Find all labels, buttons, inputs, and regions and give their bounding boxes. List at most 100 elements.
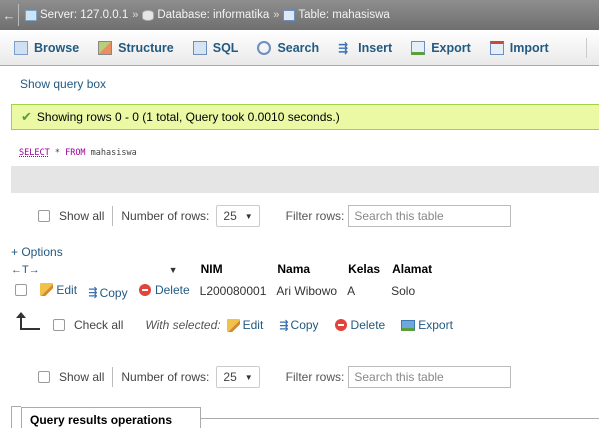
cell-nama[interactable]: Ari Wibowo [271, 278, 342, 304]
tab-insert[interactable]: ⇶ Insert [338, 41, 392, 55]
column-header-kelas[interactable]: Kelas [342, 259, 387, 278]
bulk-export-button[interactable]: Export [401, 318, 453, 332]
tab-browse-label: Browse [34, 40, 80, 55]
tab-search[interactable]: Search [257, 40, 320, 55]
filter-rows-label: Filter rows: [285, 209, 345, 223]
bulk-export-label: Export [418, 318, 453, 332]
sql-keyword-from: FROM [65, 148, 86, 158]
sort-dropdown[interactable]: ▼ [48, 259, 195, 278]
dropdown-arrow-icon: ▼ [244, 211, 253, 221]
tab-structure[interactable]: Structure [98, 40, 174, 55]
show-query-box-link[interactable]: Show query box [20, 77, 106, 91]
cell-alamat[interactable]: Solo [386, 278, 438, 304]
rows-select-value: 25 [223, 370, 237, 384]
tab-export[interactable]: Export [411, 40, 471, 55]
show-all-checkbox[interactable] [38, 210, 50, 222]
row-delete-label: Delete [154, 283, 190, 297]
check-all-label[interactable]: Check all [74, 318, 123, 332]
bulk-edit-button[interactable]: Edit [226, 318, 264, 332]
tab-search-label: Search [277, 40, 320, 55]
tab-browse[interactable]: Browse [14, 40, 80, 55]
sql-table-name: mahasiswa [85, 148, 137, 158]
bulk-delete-label: Delete [350, 318, 386, 332]
rows-select[interactable]: 25 ▼ [216, 366, 260, 388]
breadcrumb-separator: » [273, 9, 280, 21]
breadcrumb-database-label: Database: informatika [157, 9, 270, 21]
show-all-checkbox[interactable] [38, 371, 50, 383]
export-icon [401, 319, 416, 331]
row-copy-label: Copy [99, 285, 128, 300]
show-all-label: Show all [59, 209, 105, 223]
column-header-alamat[interactable]: Alamat [386, 259, 439, 278]
tab-export-label: Export [431, 40, 471, 55]
tab-insert-label: Insert [358, 40, 393, 55]
tab-structure-label: Structure [118, 40, 174, 55]
pencil-icon [40, 283, 54, 296]
row-checkbox[interactable] [15, 284, 27, 296]
bulk-edit-label: Edit [242, 318, 264, 332]
sql-icon [192, 40, 207, 55]
sql-star: * [49, 148, 66, 158]
filter-rows-input[interactable]: Search this table [348, 205, 512, 227]
delete-icon [334, 319, 347, 331]
breadcrumb-separator: » [132, 9, 139, 21]
column-header-nama[interactable]: Nama [271, 259, 343, 278]
results-table: ←T→ ▼ NIM Nama Kelas Alamat Edit ⇶ Copy D… [11, 259, 439, 304]
breadcrumb-divider [18, 4, 19, 26]
rows-select-value: 25 [223, 209, 237, 223]
breadcrumb-database[interactable]: Database: informatika [142, 9, 269, 21]
sort-arrows[interactable]: ←T→ [11, 264, 40, 276]
breadcrumb-server-label: Server: 127.0.0.1 [40, 9, 129, 21]
arrow-up-icon [16, 312, 40, 330]
query-results-operations-legend[interactable]: Query results operations [21, 407, 201, 428]
navigation-bottom: Show all Number of rows: 25 ▼ Filter row… [38, 366, 512, 388]
row-delete-link[interactable]: Delete [138, 283, 190, 297]
tab-bar: Browse Structure SQL Search ⇶ Insert Exp… [0, 30, 599, 66]
sql-query: SELECT * FROM mahasiswa [19, 148, 137, 158]
filter-rows-label: Filter rows: [285, 370, 345, 384]
breadcrumb-bar: ← Server: 127.0.0.1 » Database: informat… [0, 0, 599, 30]
bulk-copy-button[interactable]: ⇶ Copy [279, 318, 318, 332]
tab-import[interactable]: Import [489, 40, 549, 55]
fieldset-border [201, 418, 599, 419]
query-toolbar [11, 166, 599, 193]
tab-divider [586, 38, 587, 58]
row-edit-link[interactable]: Edit [40, 283, 77, 297]
import-icon [489, 40, 504, 55]
rows-select[interactable]: 25 ▼ [216, 205, 260, 227]
back-arrow-icon[interactable]: ← [0, 8, 18, 23]
copy-icon: ⇶ [279, 319, 289, 332]
nav-divider [112, 367, 114, 387]
structure-icon [98, 40, 113, 55]
table-icon [283, 9, 296, 21]
cell-nim[interactable]: L200080001 [195, 278, 272, 304]
nav-divider [112, 206, 114, 226]
table-row: Edit ⇶ Copy Delete L200080001 Ari Wibowo … [11, 278, 438, 304]
checkmark-icon: ✔ [21, 109, 32, 124]
rows-label: Number of rows: [121, 209, 210, 223]
row-edit-label: Edit [56, 282, 78, 297]
delete-icon [138, 284, 151, 296]
sql-keyword-select[interactable]: SELECT [19, 148, 50, 158]
show-all-label: Show all [59, 370, 105, 384]
search-icon [257, 40, 272, 55]
fieldset-border [11, 406, 21, 428]
tab-sql[interactable]: SQL [192, 40, 238, 55]
cell-kelas[interactable]: A [342, 278, 386, 304]
column-resize-header[interactable]: ←T→ [11, 259, 49, 278]
row-copy-link[interactable]: ⇶ Copy [88, 286, 127, 300]
row-actions: Edit ⇶ Copy Delete [11, 278, 195, 304]
breadcrumb-server[interactable]: Server: 127.0.0.1 [25, 9, 128, 21]
with-selected-label: With selected: [145, 318, 221, 332]
browse-icon [14, 40, 28, 55]
filter-rows-input[interactable]: Search this table [348, 366, 512, 388]
check-all-checkbox[interactable] [53, 319, 65, 331]
database-icon [142, 9, 155, 21]
column-header-nim[interactable]: NIM [194, 259, 272, 278]
breadcrumb-table[interactable]: Table: mahasiswa [283, 9, 390, 21]
export-icon [411, 40, 426, 55]
success-message-text: Showing rows 0 - 0 (1 total, Query took … [36, 110, 340, 124]
server-icon [25, 9, 37, 21]
options-link[interactable]: + Options [11, 245, 63, 259]
bulk-delete-button[interactable]: Delete [334, 318, 386, 332]
